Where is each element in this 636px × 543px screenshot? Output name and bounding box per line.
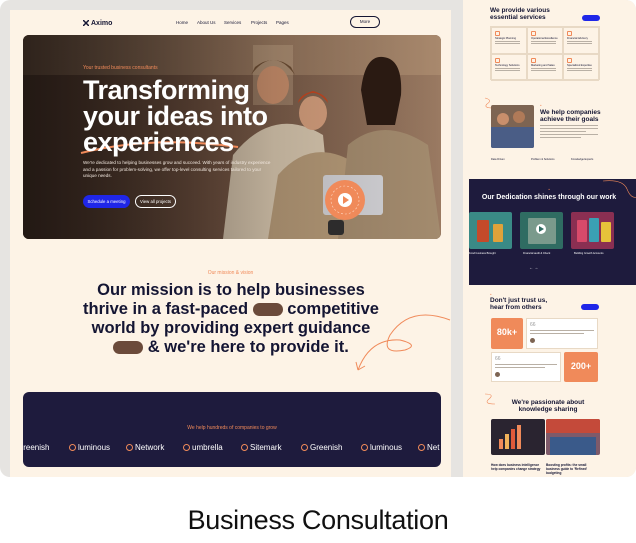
logo-x-icon <box>83 20 89 26</box>
help-features: Data Driven Problem & Solutions Knowledg… <box>491 158 603 168</box>
main-page-preview: Aximo Home About Us Services Projects Pa… <box>10 10 451 477</box>
dedication-title: Our Dedication shines through our work <box>481 194 617 201</box>
testimonial-card: 66 <box>491 352 561 382</box>
help-feature: Knowledge Experts <box>571 158 594 161</box>
play-icon <box>539 226 544 232</box>
carousel-arrows[interactable]: ← → <box>529 265 538 270</box>
blog-post-image[interactable] <box>491 419 545 455</box>
project-caption: Financial audit & Check <box>523 252 551 255</box>
mission-line-4: & we're here to provide it. <box>66 338 396 357</box>
help-feature: Problem & Solutions <box>531 158 555 161</box>
testimonials-button[interactable] <box>581 304 599 310</box>
brand-logo: Greenish <box>23 443 50 452</box>
hero-title-line-3: experiences <box>83 127 234 157</box>
more-button[interactable]: More <box>350 16 380 28</box>
client-logos-title: We help hundreds of companies to grow <box>187 425 277 431</box>
hero-title-line-2: your ideas into <box>83 101 268 131</box>
project-tile[interactable] <box>520 212 563 249</box>
project-tile[interactable] <box>469 212 512 249</box>
mission-kicker: Our mission & vision <box>207 270 254 276</box>
hero-kicker: Your trusted business consultants <box>83 65 158 71</box>
help-kicker-mark: ● <box>540 104 542 107</box>
mission-line-2a: thrive in a fast-paced <box>83 300 249 318</box>
mission-line-2: thrive in a fast-paced competitive <box>66 300 396 319</box>
brand-logo: luminous <box>69 443 110 452</box>
quote-icon: 66 <box>495 356 501 362</box>
mission-line-3: world by providing expert guidance <box>91 319 371 337</box>
blog-post-title[interactable]: How does business intelligence help comp… <box>491 463 545 471</box>
knowledge-title: We're passionate about knowledge sharing <box>511 399 585 413</box>
project-caption: Building Growth Accounts <box>574 252 604 255</box>
showcase-caption: Business Consultation <box>187 505 449 535</box>
client-logos-band: We help hundreds of companies to grow Gr… <box>23 392 441 467</box>
project-tile[interactable] <box>571 212 614 249</box>
projects-section: ● Our Dedication shines through our work… <box>469 179 636 285</box>
help-feature: Data Driven <box>491 158 505 161</box>
service-card[interactable]: Marketing and Sales <box>527 54 563 81</box>
nav-services[interactable]: Services <box>224 20 241 25</box>
team-photo <box>491 105 534 148</box>
avatar <box>530 338 535 343</box>
team-photo-pill-2 <box>113 341 144 354</box>
project-caption: Food business Brought <box>469 252 496 255</box>
service-card[interactable]: Specialized Expertise <box>563 54 599 81</box>
preview-frame: Aximo Home About Us Services Projects Pa… <box>0 0 636 477</box>
testimonial-kicker-mark: ● <box>490 293 492 296</box>
team-photo-pill <box>252 303 283 316</box>
help-title: We help companies achieve their goals <box>540 109 601 123</box>
hero-title: Transforming your ideas into experiences <box>83 75 268 157</box>
brand-logo: Net <box>418 443 439 452</box>
testimonial-card: 66 <box>526 318 598 349</box>
brand-logo: luminous <box>361 443 402 452</box>
showcase-canvas: Aximo Home About Us Services Projects Pa… <box>0 0 636 543</box>
hero-section: Your trusted business consultants Transf… <box>23 35 441 239</box>
decorative-arrow-icon <box>355 314 451 371</box>
brand-logo: Network <box>126 443 164 452</box>
nav-pages[interactable]: Pages <box>276 20 289 25</box>
stat-card-projects: 200+ <box>564 352 598 382</box>
logo-text: Aximo <box>91 20 113 27</box>
brand-logo: Greenish <box>301 443 342 452</box>
service-card[interactable]: Operational Excellence <box>527 27 563 54</box>
projects-kicker-mark: ● <box>548 188 550 191</box>
mission-statement: Our mission is to help businesses thrive… <box>66 281 396 357</box>
services-grid: Strategic Planning Operational Excellenc… <box>490 26 600 81</box>
service-card[interactable]: Strategic Planning <box>491 27 527 54</box>
nav-about[interactable]: About Us <box>197 20 216 25</box>
trust-title: Don't just trust us, hear from others <box>490 297 548 311</box>
play-video-button[interactable] <box>325 180 365 220</box>
hero-title-line-1: Transforming <box>83 75 250 105</box>
mission-line-4-text: & we're here to provide it. <box>147 338 349 356</box>
decorative-squiggle-icon <box>484 393 496 405</box>
service-card[interactable]: Technology Solutions <box>491 54 527 81</box>
services-title: We provide various essential services <box>490 7 550 21</box>
site-logo[interactable]: Aximo <box>83 19 112 27</box>
stat-card-clients: 80k+ <box>491 318 523 349</box>
avatar <box>495 372 500 377</box>
brand-logo: Sitemark <box>241 443 282 452</box>
nav-projects[interactable]: Projects <box>251 20 267 25</box>
services-button[interactable] <box>582 15 600 21</box>
top-nav: Aximo Home About Us Services Projects Pa… <box>10 10 451 36</box>
quote-icon: 66 <box>530 322 536 328</box>
blog-post-image[interactable] <box>546 419 600 455</box>
view-projects-button[interactable]: View all projects <box>135 195 176 208</box>
brand-logo: umbrella <box>183 443 223 452</box>
hero-description: We're dedicated to helping businesses gr… <box>83 160 271 178</box>
secondary-page-preview: We provide various essential services St… <box>463 0 636 477</box>
mission-line-1: Our mission is to help businesses <box>97 281 365 299</box>
blog-post-title[interactable]: Boosting profits: the small business gui… <box>546 463 600 475</box>
service-card[interactable]: Financial Advisory <box>563 27 599 54</box>
help-text-lines <box>540 125 598 138</box>
nav-home[interactable]: Home <box>176 20 188 25</box>
schedule-meeting-button[interactable]: Schedule a meeting <box>83 195 130 208</box>
